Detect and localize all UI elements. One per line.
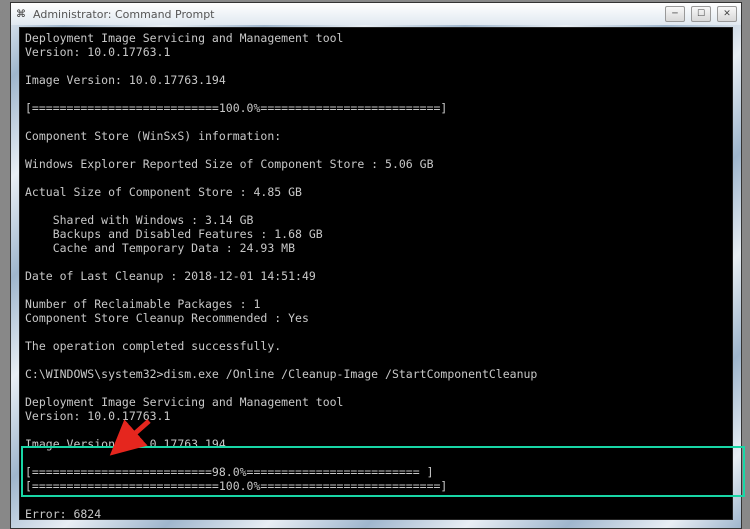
line: Number of Reclaimable Packages : 1 xyxy=(25,297,260,311)
error-line: Error: 6824 xyxy=(25,507,101,520)
line: Shared with Windows : 3.14 GB xyxy=(25,213,253,227)
line: Image Version: 10.0.17763.194 xyxy=(25,437,226,451)
line: Deployment Image Servicing and Managemen… xyxy=(25,31,344,45)
line: C:\WINDOWS\system32>dism.exe /Online /Cl… xyxy=(25,367,537,381)
console-area[interactable]: Deployment Image Servicing and Managemen… xyxy=(19,27,733,520)
line: [===========================100.0%======… xyxy=(25,479,447,493)
line: [===========================100.0%======… xyxy=(25,101,447,115)
line: Version: 10.0.17763.1 xyxy=(25,409,170,423)
close-button[interactable]: ✕ xyxy=(717,6,737,22)
line: Image Version: 10.0.17763.194 xyxy=(25,73,226,87)
line: Windows Explorer Reported Size of Compon… xyxy=(25,157,434,171)
line: Component Store Cleanup Recommended : Ye… xyxy=(25,311,309,325)
title-bar[interactable]: ⌘ Administrator: Command Prompt ─ ☐ ✕ xyxy=(11,3,741,25)
window-title: Administrator: Command Prompt xyxy=(33,8,215,21)
line: Backups and Disabled Features : 1.68 GB xyxy=(25,227,323,241)
line: The operation completed successfully. xyxy=(25,339,281,353)
command-prompt-window: ⌘ Administrator: Command Prompt ─ ☐ ✕ De… xyxy=(10,2,742,529)
line: Date of Last Cleanup : 2018-12-01 14:51:… xyxy=(25,269,316,283)
line: Actual Size of Component Store : 4.85 GB xyxy=(25,185,302,199)
cmd-icon: ⌘ xyxy=(15,8,27,20)
minimize-button[interactable]: ─ xyxy=(665,6,685,22)
line: Deployment Image Servicing and Managemen… xyxy=(25,395,344,409)
line: [==========================98.0%========… xyxy=(25,465,434,479)
line: Cache and Temporary Data : 24.93 MB xyxy=(25,241,295,255)
maximize-button[interactable]: ☐ xyxy=(691,6,711,22)
line: Version: 10.0.17763.1 xyxy=(25,45,170,59)
console-output: Deployment Image Servicing and Managemen… xyxy=(25,31,727,520)
line: Component Store (WinSxS) information: xyxy=(25,129,281,143)
